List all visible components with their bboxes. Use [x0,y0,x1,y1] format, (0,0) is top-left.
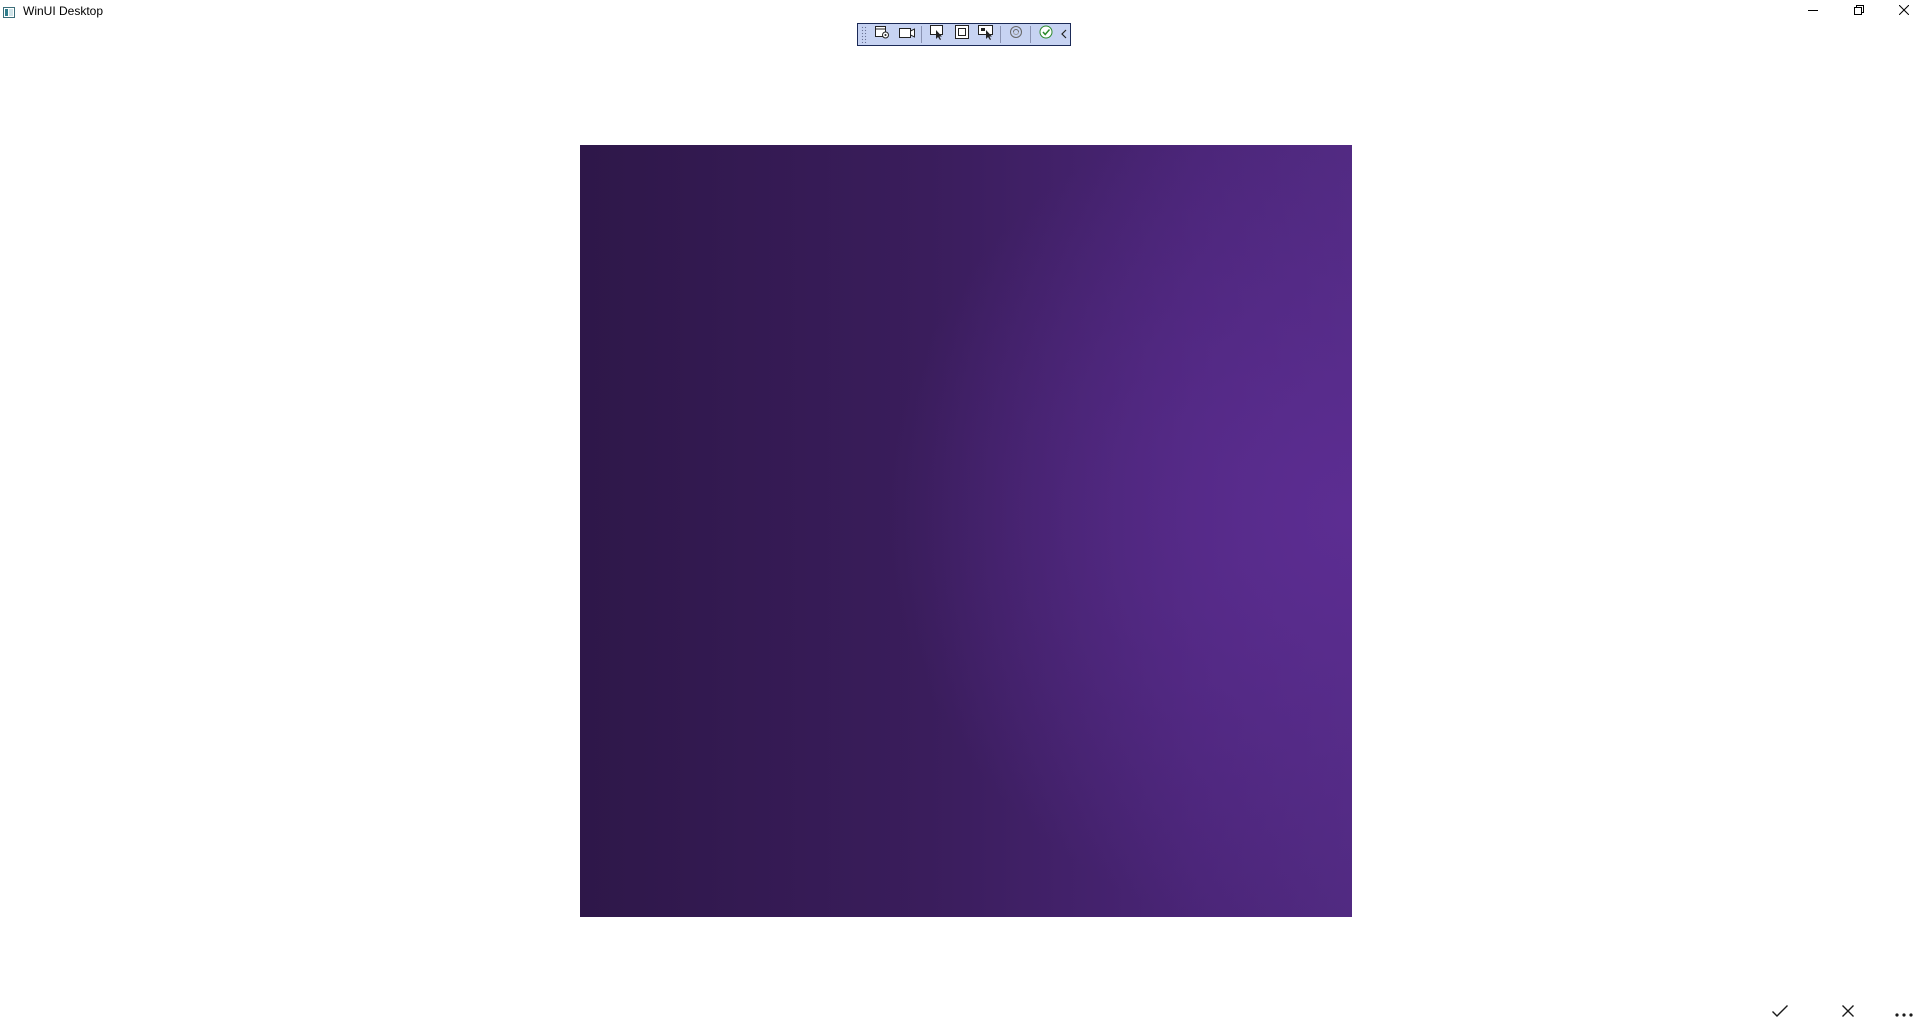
app-settings-button[interactable] [872,25,892,44]
restore-icon [1854,2,1864,20]
window-title: WinUI Desktop [23,4,104,18]
select-element-icon [929,24,945,45]
gradient-canvas [580,145,1352,917]
toolbar-separator [1000,26,1002,43]
select-element-button[interactable] [927,25,947,44]
close-icon [1841,1004,1855,1023]
collapse-toolbar-button[interactable] [1058,25,1070,44]
more-button[interactable] [1886,995,1920,1031]
video-icon [898,26,916,44]
accessibility-check-button[interactable] [1036,25,1056,44]
in-app-toolbar [857,23,1071,46]
video-button[interactable] [897,25,917,44]
track-focused-element-icon [977,24,995,45]
minimize-button[interactable] [1790,0,1836,22]
minimize-icon [1808,2,1818,20]
checkmark-icon [1771,1004,1789,1023]
display-layout-adorners-icon [954,24,970,45]
app-window: WinUI Desktop [0,0,1920,1032]
close-button[interactable] [1881,0,1920,22]
title-bar[interactable]: WinUI Desktop [0,0,1920,22]
cancel-button[interactable] [1830,995,1866,1031]
close-icon [1898,2,1910,20]
accessibility-check-icon [1039,25,1053,44]
app-settings-icon [874,25,890,44]
app-icon [3,5,15,18]
hot-reload-button[interactable] [1006,25,1026,44]
restore-button[interactable] [1836,0,1882,22]
display-layout-adorners-button[interactable] [952,25,972,44]
hot-reload-icon [1009,25,1023,44]
more-icon [1895,1004,1913,1022]
toolbar-separator [920,26,922,43]
accept-button[interactable] [1762,995,1798,1031]
track-focused-element-button[interactable] [976,25,996,44]
toolbar-grip[interactable] [861,26,867,43]
collapse-toolbar-icon [1060,26,1068,44]
toolbar-separator [1030,26,1032,43]
